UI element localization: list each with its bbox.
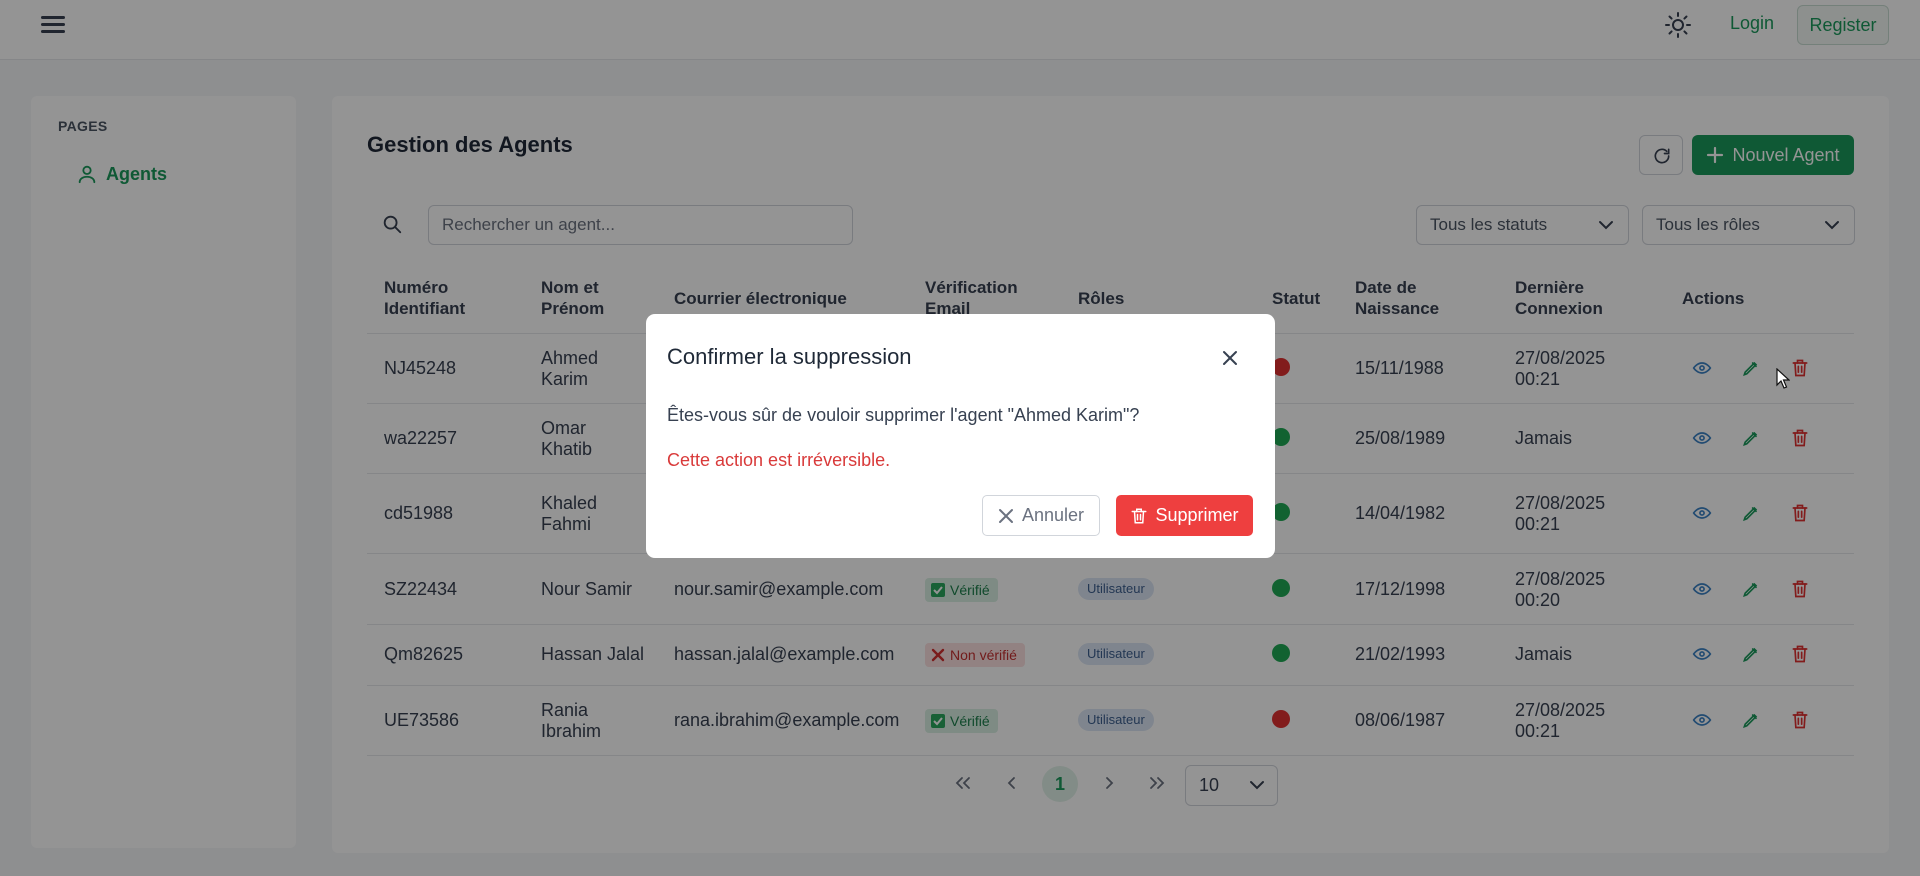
dialog-message: Êtes-vous sûr de vouloir supprimer l'age… — [667, 405, 1140, 425]
dialog-title: Confirmer la suppression — [667, 344, 912, 369]
cancel-button[interactable]: Annuler — [982, 495, 1100, 536]
close-icon — [998, 508, 1013, 523]
mouse-cursor-icon — [1776, 368, 1790, 389]
confirm-delete-dialog: Confirmer la suppression Êtes-vous sûr d… — [646, 314, 1275, 558]
cancel-label: Annuler — [1021, 505, 1085, 525]
trash-icon — [1131, 508, 1147, 523]
close-icon[interactable] — [1219, 347, 1241, 369]
confirm-delete-button[interactable]: Supprimer — [1116, 495, 1253, 536]
dialog-warning: Cette action est irréversible. — [667, 450, 891, 470]
delete-label: Supprimer — [1155, 505, 1239, 525]
